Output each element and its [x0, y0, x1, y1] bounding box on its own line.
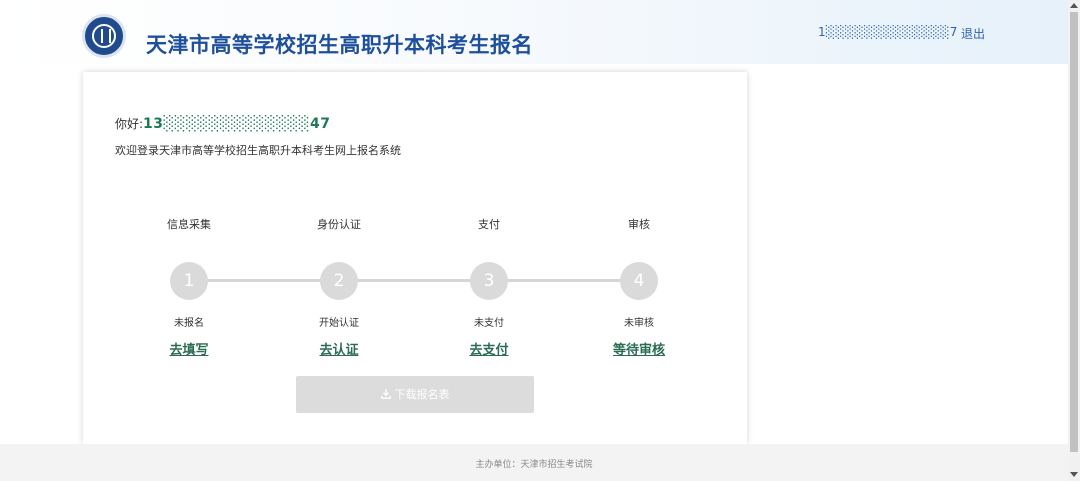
verify-link[interactable]: 去认证 [279, 339, 399, 358]
pay-link[interactable]: 去支付 [429, 339, 549, 358]
step-title-review: 审核 [628, 218, 650, 231]
step-title-info: 信息采集 [167, 218, 211, 231]
step-status-review: 未审核 [624, 318, 654, 329]
download-icon [380, 389, 391, 399]
logout-link[interactable]: 退出 [961, 25, 985, 42]
await-review-link[interactable]: 等待审核 [579, 339, 699, 358]
step-circle-1: 1 [170, 262, 208, 300]
scrollbar-thumb[interactable] [1070, 12, 1078, 452]
footer-organizer: 主办单位：天津市招生考试院 [475, 460, 593, 470]
step-circle-4: 4 [620, 262, 658, 300]
account-id: 1░░░░░░░░░░░░░7 [818, 25, 958, 39]
step-status-payment: 未支付 [474, 318, 504, 329]
fill-in-link[interactable]: 去填写 [129, 339, 249, 358]
step-title-payment: 支付 [478, 218, 500, 231]
step-circle-2: 2 [320, 262, 358, 300]
vertical-scrollbar[interactable] [1068, 0, 1080, 481]
site-title: 天津市高等学校招生高职升本科考生报名 [146, 33, 533, 57]
scroll-down-arrow-icon[interactable] [1070, 472, 1078, 477]
greeting-user-id: 13░░░░░░░░░░░░░47 [143, 116, 331, 132]
page-header: 天津市高等学校招生高职升本科考生报名 1░░░░░░░░░░░░░7 退出 [0, 0, 1068, 64]
greeting-label: 你好: [115, 117, 144, 131]
download-form-button[interactable]: 下载报名表 [296, 376, 534, 413]
step-status-identity: 开始认证 [319, 318, 359, 329]
page-footer: 主办单位：天津市招生考试院 [0, 444, 1068, 481]
progress-track [189, 279, 639, 282]
university-logo-icon [82, 14, 126, 58]
greeting: 你好:13░░░░░░░░░░░░░47 [115, 115, 330, 132]
scroll-up-arrow-icon[interactable] [1070, 3, 1078, 8]
step-title-identity: 身份认证 [317, 218, 361, 231]
download-label: 下载报名表 [394, 388, 450, 401]
registration-card: 你好:13░░░░░░░░░░░░░47 欢迎登录天津市高等学校招生高职升本科考… [83, 72, 747, 444]
step-status-info: 未报名 [174, 318, 204, 329]
welcome-text: 欢迎登录天津市高等学校招生高职升本科考生网上报名系统 [115, 144, 401, 157]
step-circle-3: 3 [470, 262, 508, 300]
